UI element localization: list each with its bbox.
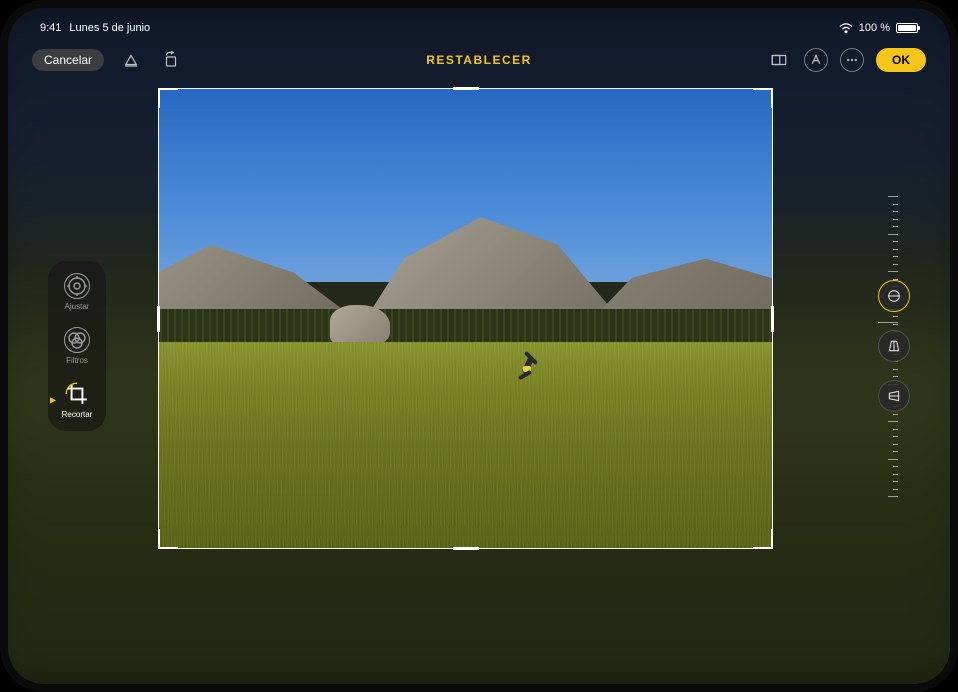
crop-adjust-controls (878, 280, 910, 412)
person-in-photo (515, 346, 545, 386)
reset-button[interactable]: RESTABLECER (426, 53, 532, 67)
tab-adjust[interactable]: Ajustar (54, 273, 100, 311)
battery-percent: 100 % (859, 22, 890, 34)
markup-icon[interactable] (804, 48, 828, 72)
ipad-frame: 9:41 Lunes 5 de junio 100 % Cancelar (0, 0, 958, 692)
aspect-ratio-icon[interactable] (766, 47, 792, 73)
filters-icon (64, 327, 90, 353)
status-date: Lunes 5 de junio (69, 22, 150, 34)
tab-filters-label: Filtros (66, 356, 88, 365)
rotate-icon[interactable] (158, 47, 184, 73)
status-bar: 9:41 Lunes 5 de junio 100 % (8, 18, 950, 38)
status-time: 9:41 (40, 22, 61, 34)
edited-photo (158, 88, 773, 549)
more-icon[interactable] (840, 48, 864, 72)
wifi-icon (839, 23, 853, 33)
tab-crop[interactable]: ▶ Recortar (54, 381, 100, 419)
battery-icon (896, 23, 918, 33)
edit-mode-tabs: Ajustar Filtros ▶ Recortar (48, 261, 106, 431)
tab-filters[interactable]: Filtros (54, 327, 100, 365)
photo-crop-area[interactable] (158, 88, 773, 549)
straighten-button[interactable] (878, 280, 910, 312)
cancel-button[interactable]: Cancelar (32, 49, 104, 71)
editor-toolbar: Cancelar RESTABLECER (8, 42, 950, 78)
done-button[interactable]: OK (876, 48, 926, 72)
adjust-icon (64, 273, 90, 299)
active-tab-indicator: ▶ (50, 396, 56, 405)
tab-crop-label: Recortar (62, 410, 93, 419)
horizontal-perspective-button[interactable] (878, 380, 910, 412)
vertical-perspective-button[interactable] (878, 330, 910, 362)
flip-vertical-icon[interactable] (118, 47, 144, 73)
tab-adjust-label: Ajustar (65, 302, 90, 311)
crop-icon (64, 381, 90, 407)
